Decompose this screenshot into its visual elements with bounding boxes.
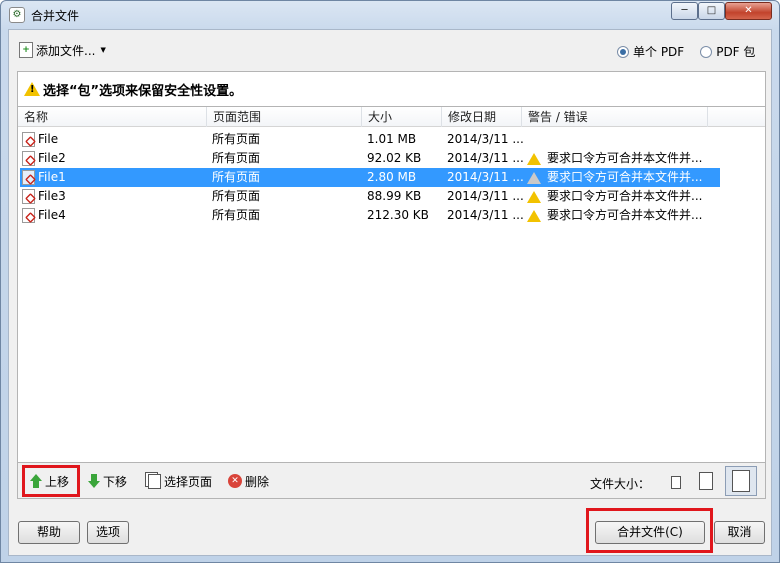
radio-unselected-indicator	[700, 45, 713, 58]
window-title: 合并文件	[31, 9, 80, 23]
column-header-range[interactable]: 页面范围	[207, 107, 362, 127]
warning-text: 要求口令方可合并本文件并...	[547, 170, 703, 184]
date-cell: 2014/3/11 ...	[447, 189, 523, 203]
choose-pages-label: 选择页面	[164, 474, 213, 489]
pdf-file-icon	[22, 151, 35, 166]
pdf-file-icon	[22, 132, 35, 147]
warning-icon	[527, 209, 541, 222]
size-cell: 88.99 KB	[367, 189, 422, 203]
page-range-cell: 所有页面	[212, 170, 261, 184]
column-header-filler	[708, 107, 765, 127]
thumbnail-medium-icon[interactable]	[699, 472, 713, 490]
column-header-date[interactable]: 修改日期	[442, 107, 522, 127]
warning-text: 要求口令方可合并本文件并...	[547, 151, 703, 165]
file-name: File	[38, 132, 59, 146]
warning-cell	[523, 130, 719, 149]
maximize-button[interactable]: □	[698, 2, 725, 20]
cancel-button[interactable]: 取消	[714, 521, 765, 544]
output-type-group: 单个 PDF PDF 包	[617, 43, 755, 60]
column-header-name[interactable]: 名称	[18, 107, 207, 127]
thumbnail-large-icon	[732, 470, 750, 492]
list-actions-bar: 上移 下移 选择页面 ✕ 删除 文件大小：	[17, 463, 766, 499]
file-name: File1	[38, 170, 66, 184]
warning-text: 要求口令方可合并本文件并...	[547, 208, 703, 222]
warning-icon	[527, 190, 541, 203]
column-header-size[interactable]: 大小	[362, 107, 442, 127]
size-cell: 2.80 MB	[367, 170, 417, 184]
move-down-button[interactable]: 下移	[88, 471, 127, 491]
date-cell: 2014/3/11 ...	[447, 208, 523, 222]
warning-text: 要求口令方可合并本文件并...	[547, 189, 703, 203]
minimize-button[interactable]: ─	[671, 2, 698, 20]
page-range-cell: 所有页面	[212, 132, 261, 146]
radio-pdf-package-label: PDF 包	[716, 45, 756, 59]
file-list-header: 名称 页面范围 大小 修改日期 警告 / 错误	[18, 107, 765, 127]
radio-selected-indicator	[617, 45, 629, 58]
pdf-file-icon	[22, 170, 35, 185]
size-cell: 92.02 KB	[367, 151, 422, 165]
add-files-label: 添加文件...	[36, 43, 96, 58]
move-down-label: 下移	[103, 474, 128, 489]
page-range-cell: 所有页面	[212, 151, 261, 165]
page-range-cell: 所有页面	[212, 208, 261, 222]
help-button[interactable]: 帮助	[18, 521, 80, 544]
highlight-box	[22, 465, 80, 497]
table-row-selected[interactable]: File1 所有页面 2.80 MB 2014/3/11 ... 要求口令方可合…	[20, 168, 720, 187]
security-warning-banner: 选择“包”选项来保留安全性设置。	[17, 71, 766, 106]
radio-single-pdf[interactable]: 单个 PDF	[617, 43, 684, 60]
remove-button[interactable]: ✕ 删除	[228, 471, 269, 491]
add-file-icon: +	[19, 42, 33, 58]
file-name: File2	[38, 151, 66, 165]
file-name: File3	[38, 189, 66, 203]
table-row[interactable]: File4 所有页面 212.30 KB 2014/3/11 ... 要求口令方…	[20, 206, 720, 225]
table-row[interactable]: File3 所有页面 88.99 KB 2014/3/11 ... 要求口令方可…	[20, 187, 720, 206]
warning-cell: 要求口令方可合并本文件并...	[523, 149, 719, 168]
file-size-label: 文件大小：	[590, 477, 651, 491]
arrow-down-icon	[88, 474, 100, 488]
table-row[interactable]: File 所有页面 1.01 MB 2014/3/11 ...	[20, 130, 720, 149]
choose-pages-button[interactable]: 选择页面	[148, 471, 212, 491]
highlight-box	[586, 508, 713, 553]
file-list[interactable]: 名称 页面范围 大小 修改日期 警告 / 错误 File 所有页面 1.01 M…	[17, 106, 766, 463]
pdf-file-icon	[22, 208, 35, 223]
warning-cell: 要求口令方可合并本文件并...	[523, 206, 719, 225]
size-cell: 212.30 KB	[367, 208, 429, 222]
warning-icon	[527, 171, 541, 184]
file-rows: File 所有页面 1.01 MB 2014/3/11 ... File2 所有…	[20, 130, 720, 225]
column-header-warning[interactable]: 警告 / 错误	[522, 107, 708, 127]
app-icon: ⚙	[9, 7, 25, 23]
table-row[interactable]: File2 所有页面 92.02 KB 2014/3/11 ... 要求口令方可…	[20, 149, 720, 168]
radio-single-pdf-label: 单个 PDF	[633, 45, 685, 59]
title-bar[interactable]: ⚙ 合并文件 ─ □ ✕	[1, 1, 779, 29]
remove-label: 删除	[245, 474, 270, 489]
pages-icon	[148, 473, 161, 489]
file-name-cell: File4	[20, 206, 208, 225]
options-button[interactable]: 选项	[87, 521, 129, 544]
warning-cell: 要求口令方可合并本文件并...	[523, 168, 719, 187]
merge-files-window: ⚙ 合并文件 ─ □ ✕ + 添加文件... ▼ 单个 PDF PDF 包 选择…	[0, 0, 780, 563]
file-name-cell: File2	[20, 149, 208, 168]
warning-cell: 要求口令方可合并本文件并...	[523, 187, 719, 206]
date-cell: 2014/3/11 ...	[447, 132, 523, 146]
size-cell: 1.01 MB	[367, 132, 417, 146]
thumbnail-large-toggle[interactable]	[725, 466, 757, 496]
radio-pdf-package[interactable]: PDF 包	[700, 43, 755, 60]
pdf-file-icon	[22, 189, 35, 204]
page-range-cell: 所有页面	[212, 189, 261, 203]
banner-text: 选择“包”选项来保留安全性设置。	[43, 83, 243, 99]
chevron-down-icon: ▼	[100, 46, 106, 54]
file-name-cell: File	[20, 130, 208, 149]
delete-icon: ✕	[228, 474, 242, 488]
add-files-dropdown[interactable]: + 添加文件... ▼	[19, 40, 106, 60]
warning-icon	[24, 82, 40, 96]
file-name: File4	[38, 208, 66, 222]
file-name-cell: File1	[20, 168, 208, 187]
close-button[interactable]: ✕	[725, 2, 772, 20]
file-name-cell: File3	[20, 187, 208, 206]
date-cell: 2014/3/11 ...	[447, 151, 523, 165]
warning-icon	[527, 152, 541, 165]
dialog-body: + 添加文件... ▼ 单个 PDF PDF 包 选择“包”选项来保留安全性设置…	[8, 29, 772, 556]
thumbnail-small-icon[interactable]	[671, 476, 681, 489]
date-cell: 2014/3/11 ...	[447, 170, 523, 184]
